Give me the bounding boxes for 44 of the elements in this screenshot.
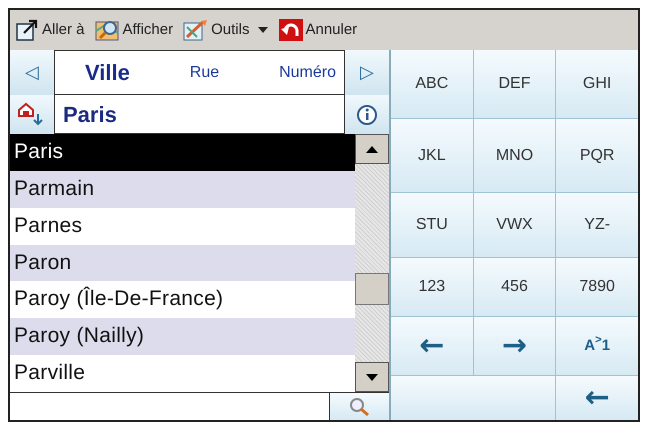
- previous-button[interactable]: ◁: [10, 50, 54, 95]
- tab[interactable]: Ville: [85, 56, 130, 89]
- caret-icon[interactable]: [257, 26, 270, 34]
- keyboard-key[interactable]: JKL: [391, 119, 473, 192]
- tools-icon: [183, 19, 210, 41]
- tab[interactable]: Rue: [190, 60, 220, 84]
- keyboard-key[interactable]: STU: [391, 193, 473, 257]
- toolbar-button[interactable]: Annuler: [305, 18, 358, 42]
- keyboard-key[interactable]: →: [474, 317, 556, 375]
- keyboard-key[interactable]: 456: [474, 258, 556, 316]
- undo-icon: [279, 19, 304, 41]
- list-item[interactable]: Paroy (Nailly): [10, 318, 355, 356]
- down-arrow-icon: [366, 374, 378, 380]
- keyboard-key[interactable]: ←: [391, 317, 473, 375]
- tab[interactable]: Numéro: [279, 60, 336, 84]
- keyboard-key[interactable]: MNO: [474, 119, 556, 192]
- keyboard-key[interactable]: ABC: [391, 50, 473, 118]
- keyboard-key[interactable]: ←: [556, 376, 638, 420]
- map-magnifier-icon: [94, 19, 121, 41]
- keyboard-key[interactable]: PQR: [556, 119, 638, 192]
- keyboard-key[interactable]: YZ-: [556, 193, 638, 257]
- keyboard-key[interactable]: VWX: [474, 193, 556, 257]
- keyboard-key[interactable]: 123: [391, 258, 473, 316]
- home-sort-button[interactable]: [10, 95, 54, 134]
- keyboard-key[interactable]: 7890: [556, 258, 638, 316]
- go-to-icon: [16, 19, 40, 41]
- search-icon: [348, 396, 370, 416]
- keyboard-key[interactable]: DEF: [474, 50, 556, 118]
- scroll-down-button[interactable]: [355, 362, 389, 392]
- list-item[interactable]: Parmain: [10, 170, 355, 208]
- toolbar-button[interactable]: Aller à: [42, 18, 85, 42]
- scroll-up-button[interactable]: [355, 134, 389, 164]
- keyboard-key[interactable]: GHI: [556, 50, 638, 118]
- keyboard-key[interactable]: A$^{>}$1: [556, 317, 638, 375]
- scroll-thumb[interactable]: [355, 273, 389, 305]
- toolbar-button[interactable]: Outils: [211, 18, 250, 42]
- list-item[interactable]: Paron: [10, 244, 355, 282]
- next-button[interactable]: ▷: [345, 50, 389, 95]
- list-item[interactable]: Paris: [10, 134, 355, 171]
- info-button[interactable]: [345, 95, 389, 134]
- up-arrow-icon: [366, 146, 378, 152]
- toolbar-button[interactable]: Afficher: [122, 18, 174, 42]
- search-field[interactable]: Paris: [54, 95, 345, 134]
- info-icon: [356, 104, 378, 126]
